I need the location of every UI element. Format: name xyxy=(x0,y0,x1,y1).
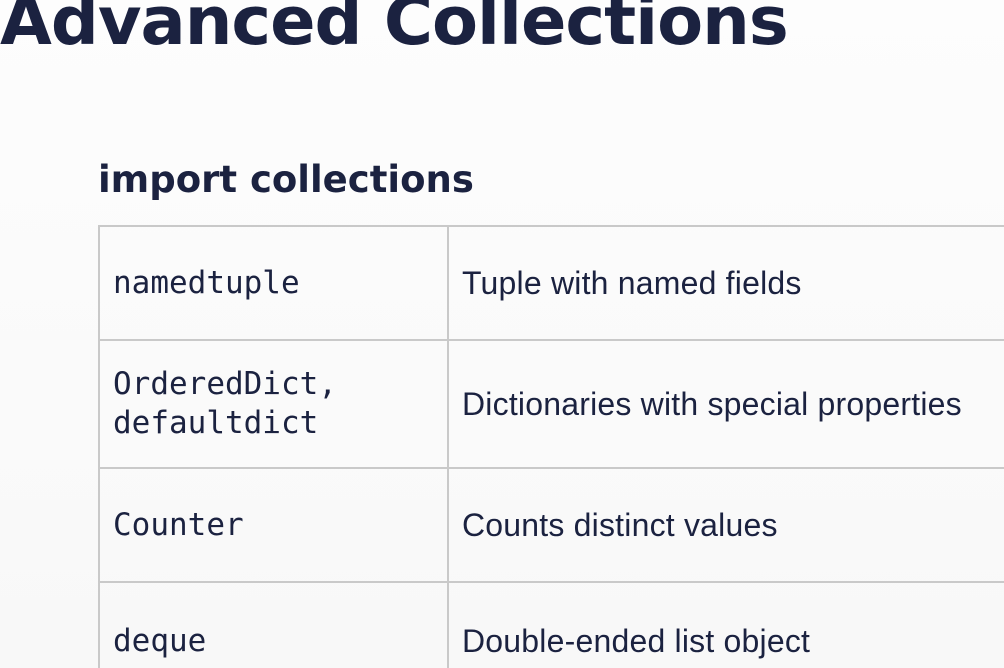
collection-name-cell: namedtuple xyxy=(98,225,449,341)
table-row: OrderedDict, defaultdict Dictionaries wi… xyxy=(98,339,1004,469)
collection-name-cell: OrderedDict, defaultdict xyxy=(98,339,449,469)
table-row: namedtuple Tuple with named fields xyxy=(98,225,1004,341)
slide: Advanced Collections import collections … xyxy=(0,0,1004,668)
collection-name: OrderedDict, xyxy=(113,366,337,403)
table-row: Counter Counts distinct values xyxy=(98,467,1004,583)
collection-description-cell: Counts distinct values xyxy=(447,467,1004,583)
collection-name: deque xyxy=(113,622,207,659)
collection-name: defaultdict xyxy=(113,405,319,441)
slide-subtitle: import collections xyxy=(98,158,474,201)
table-row: deque Double-ended list object xyxy=(98,581,1004,668)
collections-table: namedtuple Tuple with named fields Order… xyxy=(98,225,1004,668)
collection-description: Counts distinct values xyxy=(462,506,778,543)
collection-description-cell: Tuple with named fields xyxy=(447,225,1004,341)
collection-name: Counter xyxy=(113,506,244,543)
slide-title: Advanced Collections xyxy=(0,0,789,60)
collection-name-cell: Counter xyxy=(98,467,449,583)
collection-description: Tuple with named fields xyxy=(462,264,802,301)
collection-description-cell: Dictionaries with special properties xyxy=(447,339,1004,469)
collection-name: namedtuple xyxy=(113,264,300,301)
collection-description-cell: Double-ended list object xyxy=(447,581,1004,668)
collection-description: Double-ended list object xyxy=(462,622,811,659)
collection-description: Dictionaries with special properties xyxy=(462,385,962,422)
collection-name-cell: deque xyxy=(98,581,449,668)
